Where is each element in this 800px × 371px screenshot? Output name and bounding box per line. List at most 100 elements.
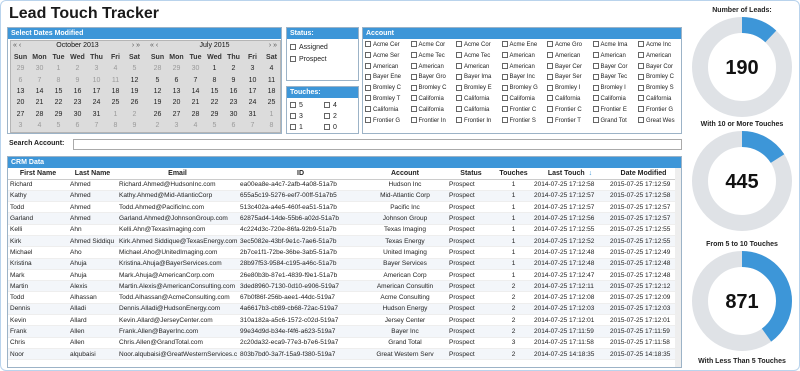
- calendar-day[interactable]: 5: [205, 120, 224, 131]
- account-option[interactable]: Acme Ene: [501, 40, 548, 51]
- account-option[interactable]: Grand Tot: [592, 116, 639, 127]
- account-option[interactable]: California: [456, 105, 502, 116]
- calendar-day[interactable]: 30: [68, 108, 87, 119]
- checkbox-icon[interactable]: [290, 113, 296, 120]
- account-option[interactable]: Acme Ser: [365, 51, 411, 62]
- account-option[interactable]: American: [456, 62, 502, 73]
- calendar-day[interactable]: 24: [87, 97, 106, 108]
- calendar-day[interactable]: 19: [125, 86, 144, 97]
- account-option[interactable]: Bromley G: [501, 83, 548, 94]
- table-row[interactable]: Kirk Ahmed Siddiqu Kirk.Ahmed Siddique@Tex…: [8, 235, 679, 248]
- account-option[interactable]: American: [638, 51, 681, 62]
- table-row[interactable]: Martin Alexis Martin.Alexis@AmericanConsul…: [8, 280, 679, 293]
- checkbox-icon[interactable]: [456, 41, 462, 48]
- chevron-right-icon[interactable]: › »: [132, 42, 140, 49]
- checkbox-icon[interactable]: [638, 84, 644, 91]
- calendar-day[interactable]: 2: [224, 63, 243, 74]
- calendar-day[interactable]: 26: [148, 108, 167, 119]
- calendar-day[interactable]: 15: [49, 86, 68, 97]
- account-option[interactable]: Acme Tec: [456, 51, 502, 62]
- calendar-day[interactable]: 23: [68, 97, 87, 108]
- table-row[interactable]: Noor alqubaisi Noor.alqubaisi@GreatWestern…: [8, 348, 679, 361]
- checkbox-icon[interactable]: [501, 41, 508, 48]
- column-header[interactable]: Date Modified: [608, 168, 679, 180]
- account-option[interactable]: American: [501, 51, 548, 62]
- calendar-day[interactable]: 1: [49, 63, 68, 74]
- table-row[interactable]: Kelli Ahn Kelli.Ahn@TexasImaging.com 4c224d…: [8, 224, 679, 236]
- calendar-day[interactable]: 26: [125, 97, 144, 108]
- touches-option[interactable]: 4: [324, 100, 358, 111]
- calendar-day[interactable]: 1: [262, 108, 281, 119]
- calendar-day[interactable]: 16: [68, 86, 87, 97]
- calendar-day[interactable]: 28: [30, 108, 49, 119]
- checkbox-icon[interactable]: [365, 52, 371, 59]
- checkbox-icon[interactable]: [638, 63, 644, 70]
- calendar-day[interactable]: 29: [167, 63, 186, 74]
- calendar-day[interactable]: 16: [224, 86, 243, 97]
- status-option-prospect[interactable]: Prospect: [287, 54, 358, 66]
- account-option[interactable]: Frontier G: [365, 116, 411, 127]
- checkbox-icon[interactable]: [410, 73, 417, 80]
- column-header[interactable]: First Name: [8, 168, 68, 180]
- account-option[interactable]: Acme Cor: [410, 40, 457, 51]
- calendar-day[interactable]: 29: [205, 108, 224, 119]
- account-option[interactable]: Acme Gro: [547, 40, 593, 51]
- calendar-day[interactable]: 7: [30, 75, 49, 86]
- calendar-day[interactable]: 12: [125, 75, 144, 86]
- calendar-day[interactable]: 8: [262, 120, 281, 131]
- account-option[interactable]: Great Wes: [638, 116, 681, 127]
- column-header[interactable]: ID: [238, 168, 363, 180]
- account-option[interactable]: Acme Tec: [410, 51, 457, 62]
- touches-option[interactable]: 2: [324, 111, 358, 122]
- account-option[interactable]: Frontier C: [547, 105, 593, 116]
- table-row[interactable]: Richard Ahmed Richard.Ahmed@HudsonInc.com e…: [8, 179, 679, 191]
- calendar-day[interactable]: 5: [125, 63, 144, 74]
- calendar-day[interactable]: 22: [205, 97, 224, 108]
- checkbox-icon[interactable]: [290, 44, 296, 51]
- calendar-day[interactable]: 9: [125, 120, 144, 131]
- account-option[interactable]: California: [547, 94, 593, 105]
- calendar-day[interactable]: 19: [148, 97, 167, 108]
- checkbox-icon[interactable]: [592, 117, 599, 123]
- calendar-day[interactable]: 8: [205, 75, 224, 86]
- checkbox-icon[interactable]: [547, 106, 553, 113]
- account-option[interactable]: California: [410, 105, 457, 116]
- table-row[interactable]: Mark Ahuja Mark.Ahuja@AmericanCorp.com 26e8…: [8, 269, 679, 282]
- checkbox-icon[interactable]: [456, 52, 462, 59]
- checkbox-icon[interactable]: [410, 52, 417, 59]
- account-option[interactable]: American: [547, 51, 593, 62]
- calendar-day[interactable]: 2: [148, 120, 167, 131]
- table-row[interactable]: Kathy Ahmed Kathy.Ahmed@Mid-AtlanticCorp 65…: [8, 190, 679, 203]
- calendar-day[interactable]: 18: [262, 86, 281, 97]
- checkbox-icon[interactable]: [290, 56, 296, 63]
- checkbox-icon[interactable]: [324, 113, 330, 120]
- checkbox-icon[interactable]: [410, 117, 417, 123]
- checkbox-icon[interactable]: [547, 41, 553, 48]
- checkbox-icon[interactable]: [456, 73, 462, 80]
- table-row[interactable]: Chris Allen Chris.Allen@GrandTotal.com 2c20…: [8, 337, 679, 349]
- checkbox-icon[interactable]: [592, 106, 599, 113]
- calendar-day[interactable]: 25: [106, 97, 125, 108]
- calendar-day[interactable]: 20: [167, 97, 186, 108]
- checkbox-icon[interactable]: [290, 124, 296, 131]
- calendar-day[interactable]: 25: [262, 97, 281, 108]
- checkbox-icon[interactable]: [501, 84, 508, 91]
- calendar-day[interactable]: 8: [106, 120, 125, 131]
- checkbox-icon[interactable]: [501, 95, 508, 102]
- account-option[interactable]: Bromley I: [547, 83, 593, 94]
- calendar-day[interactable]: 1: [205, 63, 224, 74]
- checkbox-icon[interactable]: [592, 84, 599, 91]
- column-header[interactable]: Touches: [495, 168, 532, 180]
- calendar-day[interactable]: 14: [186, 86, 205, 97]
- checkbox-icon[interactable]: [547, 52, 553, 59]
- status-option-assigned[interactable]: Assigned: [287, 42, 358, 54]
- account-option[interactable]: Frontier T: [547, 116, 593, 127]
- account-option[interactable]: Frontier S: [501, 116, 548, 127]
- column-header[interactable]: Email: [117, 168, 238, 180]
- column-header[interactable]: Last Touch ↓: [532, 168, 608, 180]
- calendar-day[interactable]: 12: [148, 86, 167, 97]
- account-option[interactable]: California: [592, 94, 639, 105]
- calendar-day[interactable]: 15: [205, 86, 224, 97]
- account-option[interactable]: Bromley C: [365, 83, 411, 94]
- calendar-day[interactable]: 28: [186, 108, 205, 119]
